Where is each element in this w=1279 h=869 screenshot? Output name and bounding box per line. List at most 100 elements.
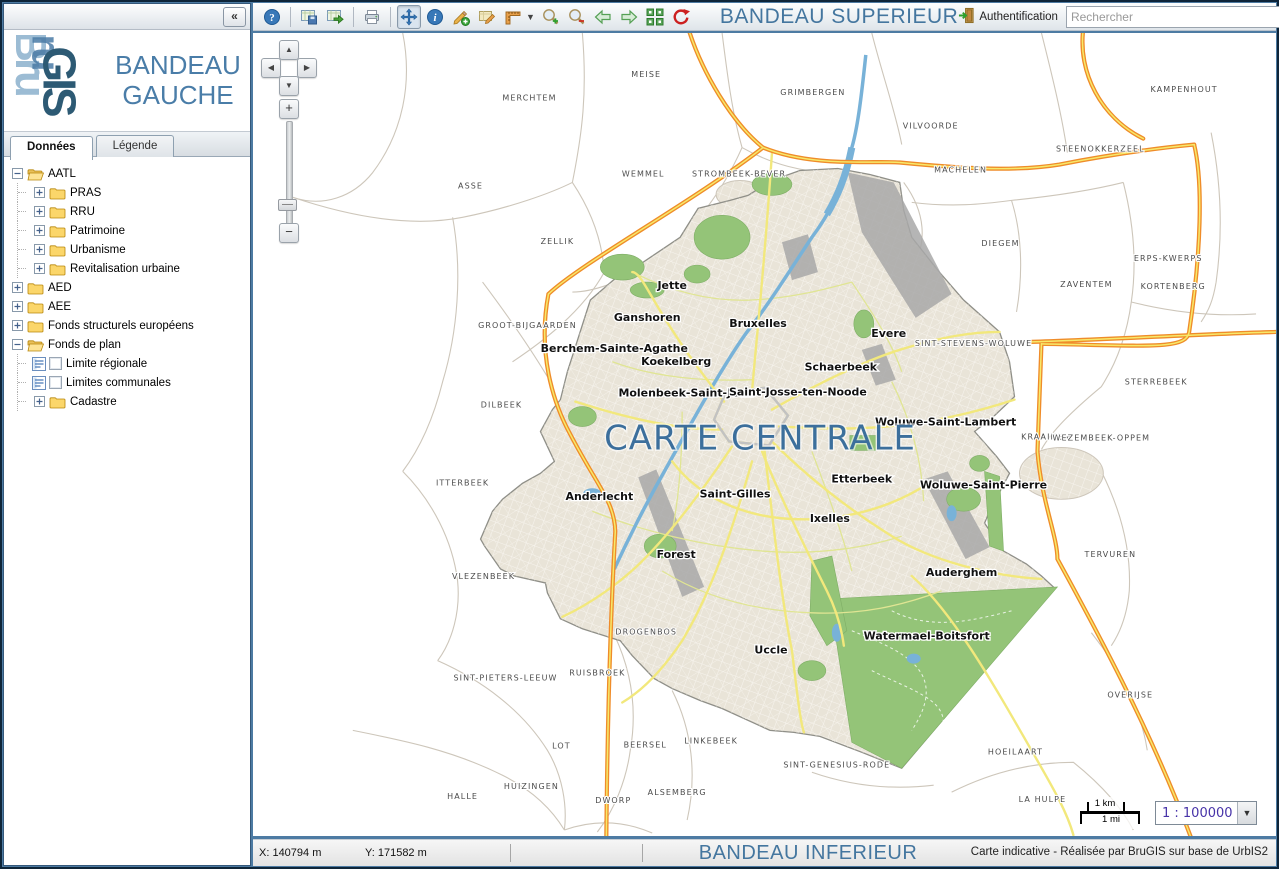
pan-right-button[interactable]: ▶ bbox=[297, 58, 317, 78]
separator bbox=[510, 844, 511, 862]
zoom-out-icon[interactable] bbox=[565, 5, 589, 29]
zoom-slider-handle[interactable] bbox=[278, 199, 297, 211]
tree-item-pras[interactable]: PRAS bbox=[8, 183, 246, 202]
expand-icon[interactable] bbox=[12, 320, 23, 331]
layer-checkbox[interactable] bbox=[49, 357, 62, 370]
pan-up-button[interactable]: ▲ bbox=[279, 40, 299, 60]
dropdown-caret-icon[interactable]: ▼ bbox=[526, 12, 535, 22]
tree-item-label[interactable]: AATL bbox=[44, 168, 76, 180]
tree-item-label[interactable]: Patrimoine bbox=[66, 225, 125, 237]
tree-item-label[interactable]: Fonds de plan bbox=[44, 339, 121, 351]
coordinate-y: Y: 171582 m bbox=[365, 847, 427, 859]
tree-item-label[interactable]: RRU bbox=[66, 206, 95, 218]
tree-item-rru[interactable]: RRU bbox=[8, 202, 246, 221]
print-icon[interactable] bbox=[360, 5, 384, 29]
map-label: DROGENBOS bbox=[615, 628, 677, 637]
expand-icon[interactable] bbox=[34, 225, 45, 236]
next-extent-icon[interactable] bbox=[617, 5, 641, 29]
pan-icon[interactable] bbox=[397, 5, 421, 29]
map-label: STERREBEEK bbox=[1125, 378, 1188, 387]
zoom-in-icon[interactable] bbox=[539, 5, 563, 29]
save-map-icon[interactable] bbox=[297, 5, 321, 29]
map-viewport[interactable]: MEISEGRIMBERGENKAMPENHOUTMERCHTEMVILVOOR… bbox=[253, 33, 1276, 836]
tree-connector bbox=[17, 354, 30, 373]
previous-extent-icon[interactable] bbox=[591, 5, 615, 29]
help-icon[interactable]: ? bbox=[260, 5, 284, 29]
map-label: Auderghem bbox=[926, 566, 998, 579]
tree-item-cadastre[interactable]: Cadastre bbox=[8, 392, 246, 411]
collapse-icon[interactable] bbox=[12, 168, 23, 179]
scale-value: 1 : 100000 bbox=[1156, 806, 1237, 821]
tree-item-aed[interactable]: AED bbox=[8, 278, 246, 297]
scale-bar: 1 km 1 mi bbox=[1077, 797, 1145, 829]
map-label: SINT-STEVENS-WOLUWE bbox=[915, 339, 1032, 348]
folder-closed-icon bbox=[49, 395, 66, 409]
draw-icon[interactable] bbox=[449, 5, 473, 29]
folder-closed-icon bbox=[27, 319, 44, 333]
full-extent-icon[interactable] bbox=[643, 5, 667, 29]
tree-item-label[interactable]: Fonds structurels européens bbox=[44, 320, 194, 332]
tree-item-label[interactable]: Cadastre bbox=[66, 396, 117, 408]
layer-checkbox[interactable] bbox=[49, 376, 62, 389]
tree-item-aatl[interactable]: AATL bbox=[8, 164, 246, 183]
scale-select[interactable]: 1 : 100000 ▼ bbox=[1155, 801, 1257, 825]
tab-donnees[interactable]: Données bbox=[10, 136, 93, 160]
tree-item-limites-communales[interactable]: Limites communales bbox=[8, 373, 246, 392]
tree-item-label[interactable]: AEE bbox=[44, 301, 71, 313]
map-label: HALLE bbox=[447, 792, 478, 801]
map-label: HUIZINGEN bbox=[504, 782, 559, 791]
layer-tree: AATL PRAS RRU Patrimoine Urbanisme Revitalisa… bbox=[4, 157, 250, 865]
tree-item-aee[interactable]: AEE bbox=[8, 297, 246, 316]
zoom-slider-track[interactable] bbox=[286, 121, 293, 227]
expand-icon[interactable] bbox=[34, 244, 45, 255]
top-banner-title: BANDEAU SUPERIEUR bbox=[720, 5, 958, 29]
map-label: SINT-PIETERS-LEEUW bbox=[453, 674, 557, 683]
tree-item-label[interactable]: Limite régionale bbox=[62, 358, 147, 370]
sidebar-tabs: DonnéesLégende bbox=[4, 131, 250, 157]
measure-icon[interactable] bbox=[501, 5, 525, 29]
tree-connector bbox=[17, 259, 30, 278]
chevron-down-icon[interactable]: ▼ bbox=[1237, 802, 1256, 824]
tree-connector bbox=[17, 373, 30, 392]
expand-icon[interactable] bbox=[12, 301, 23, 312]
map-label: TERVUREN bbox=[1083, 550, 1136, 559]
tree-connector bbox=[17, 392, 30, 411]
edit-geometry-icon[interactable] bbox=[475, 5, 499, 29]
refresh-icon[interactable] bbox=[669, 5, 693, 29]
map-label: GROOT-BIJGAARDEN bbox=[478, 321, 577, 330]
tree-item-fonds-structurels-europ-ens[interactable]: Fonds structurels européens bbox=[8, 316, 246, 335]
zoom-in-button[interactable]: + bbox=[279, 99, 299, 119]
tree-item-patrimoine[interactable]: Patrimoine bbox=[8, 221, 246, 240]
coordinate-x: X: 140794 m bbox=[259, 847, 321, 859]
tree-item-label[interactable]: Limites communales bbox=[62, 377, 171, 389]
left-panel-title: BANDEAU GAUCHE bbox=[106, 51, 250, 109]
search-input[interactable] bbox=[1066, 6, 1279, 28]
map-label: DIEGEM bbox=[981, 239, 1019, 248]
zoom-out-button[interactable]: − bbox=[279, 223, 299, 243]
tab-legende[interactable]: Légende bbox=[96, 135, 175, 159]
tree-item-urbanisme[interactable]: Urbanisme bbox=[8, 240, 246, 259]
expand-icon[interactable] bbox=[34, 206, 45, 217]
tree-item-label[interactable]: Revitalisation urbaine bbox=[66, 263, 180, 275]
collapse-panel-button[interactable]: « bbox=[223, 7, 246, 27]
map-label: ITTERBEEK bbox=[436, 478, 489, 487]
authentication-button[interactable]: Authentification bbox=[958, 7, 1058, 27]
info-icon[interactable]: i bbox=[423, 5, 447, 29]
pan-left-button[interactable]: ◀ bbox=[261, 58, 281, 78]
tree-item-revitalisation-urbaine[interactable]: Revitalisation urbaine bbox=[8, 259, 246, 278]
tree-item-label[interactable]: Urbanisme bbox=[66, 244, 126, 256]
tree-connector bbox=[17, 221, 30, 240]
map-canvas[interactable]: MEISEGRIMBERGENKAMPENHOUTMERCHTEMVILVOOR… bbox=[253, 33, 1276, 836]
pan-down-button[interactable]: ▼ bbox=[279, 76, 299, 96]
expand-icon[interactable] bbox=[34, 187, 45, 198]
status-bar: X: 140794 m Y: 171582 m BANDEAU INFERIEU… bbox=[253, 839, 1276, 866]
tree-item-label[interactable]: AED bbox=[44, 282, 72, 294]
expand-icon[interactable] bbox=[34, 396, 45, 407]
export-map-icon[interactable] bbox=[323, 5, 347, 29]
tree-item-limite-r-gionale[interactable]: Limite régionale bbox=[8, 354, 246, 373]
collapse-icon[interactable] bbox=[12, 339, 23, 350]
tree-item-label[interactable]: PRAS bbox=[66, 187, 101, 199]
tree-item-fonds-de-plan[interactable]: Fonds de plan bbox=[8, 335, 246, 354]
expand-icon[interactable] bbox=[12, 282, 23, 293]
expand-icon[interactable] bbox=[34, 263, 45, 274]
